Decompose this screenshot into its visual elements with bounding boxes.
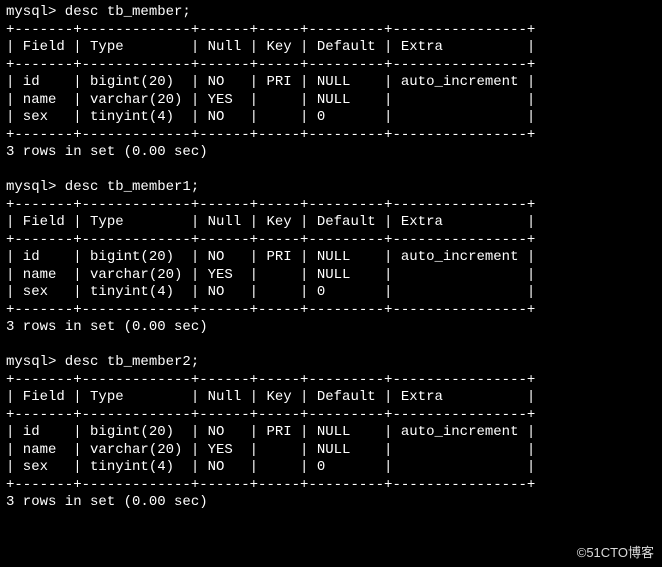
result-summary: 3 rows in set (0.00 sec) (6, 494, 656, 512)
table-separator: +-------+-------------+------+-----+----… (6, 57, 656, 75)
desc-block-2: mysql> desc tb_member2;+-------+--------… (6, 354, 656, 512)
table-header-row: | Field | Type | Null | Key | Default | … (6, 39, 656, 57)
mysql-prompt-line: mysql> desc tb_member2; (6, 354, 656, 372)
desc-block-0: mysql> desc tb_member;+-------+---------… (6, 4, 656, 162)
mysql-terminal: mysql> desc tb_member;+-------+---------… (0, 0, 662, 516)
table-row: | sex | tinyint(4) | NO | | 0 | | (6, 284, 656, 302)
watermark-label: ©51CTO博客 (577, 545, 654, 561)
table-row: | name | varchar(20) | YES | | NULL | | (6, 442, 656, 460)
result-summary: 3 rows in set (0.00 sec) (6, 319, 656, 337)
table-separator: +-------+-------------+------+-----+----… (6, 372, 656, 390)
table-separator: +-------+-------------+------+-----+----… (6, 197, 656, 215)
result-summary: 3 rows in set (0.00 sec) (6, 144, 656, 162)
blank-line (6, 337, 656, 355)
table-row: | id | bigint(20) | NO | PRI | NULL | au… (6, 249, 656, 267)
table-row: | id | bigint(20) | NO | PRI | NULL | au… (6, 424, 656, 442)
table-separator: +-------+-------------+------+-----+----… (6, 232, 656, 250)
table-row: | sex | tinyint(4) | NO | | 0 | | (6, 459, 656, 477)
table-separator: +-------+-------------+------+-----+----… (6, 22, 656, 40)
table-row: | name | varchar(20) | YES | | NULL | | (6, 92, 656, 110)
table-separator: +-------+-------------+------+-----+----… (6, 477, 656, 495)
blank-line (6, 162, 656, 180)
desc-block-1: mysql> desc tb_member1;+-------+--------… (6, 179, 656, 337)
table-separator: +-------+-------------+------+-----+----… (6, 127, 656, 145)
mysql-prompt-line: mysql> desc tb_member1; (6, 179, 656, 197)
table-separator: +-------+-------------+------+-----+----… (6, 407, 656, 425)
table-header-row: | Field | Type | Null | Key | Default | … (6, 214, 656, 232)
mysql-prompt-line: mysql> desc tb_member; (6, 4, 656, 22)
table-header-row: | Field | Type | Null | Key | Default | … (6, 389, 656, 407)
table-separator: +-------+-------------+------+-----+----… (6, 302, 656, 320)
table-row: | name | varchar(20) | YES | | NULL | | (6, 267, 656, 285)
table-row: | id | bigint(20) | NO | PRI | NULL | au… (6, 74, 656, 92)
table-row: | sex | tinyint(4) | NO | | 0 | | (6, 109, 656, 127)
